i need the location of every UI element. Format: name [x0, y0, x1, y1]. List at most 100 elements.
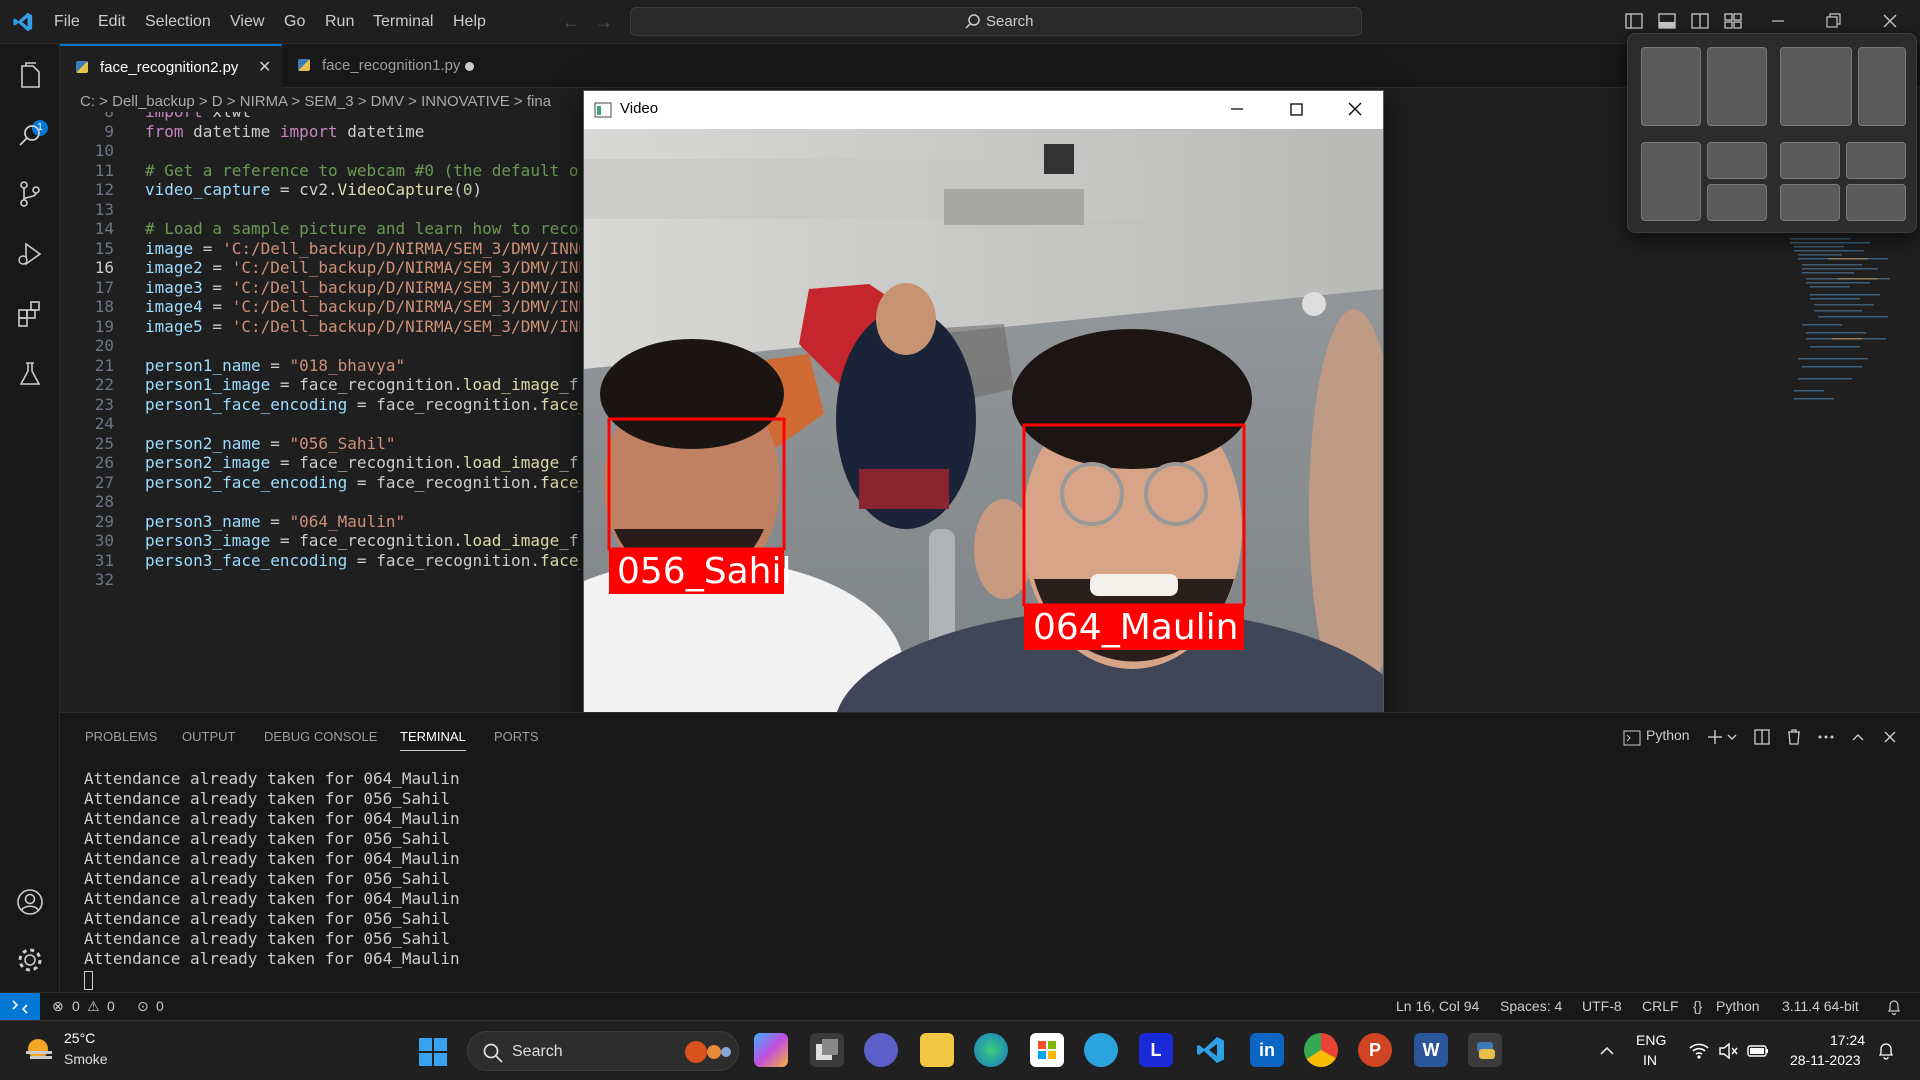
snap-zone[interactable] [1846, 142, 1906, 179]
settings-gear-icon[interactable] [14, 944, 46, 976]
word-icon[interactable]: W [1414, 1033, 1448, 1067]
battery-icon[interactable] [1746, 1041, 1770, 1061]
snap-zone[interactable] [1780, 184, 1840, 221]
terminal-shell-name[interactable]: Python [1646, 727, 1690, 743]
breadcrumb-item[interactable]: SEM_3 [304, 93, 353, 110]
file-explorer-icon[interactable] [920, 1033, 954, 1067]
new-terminal-icon[interactable] [1705, 727, 1725, 747]
python-interpreter[interactable]: 3.11.4 64-bit [1782, 998, 1859, 1014]
command-search-box[interactable]: Search [630, 7, 1362, 36]
breadcrumb-item[interactable]: NIRMA [240, 93, 288, 110]
volume-muted-icon[interactable] [1717, 1041, 1739, 1061]
menu-terminal[interactable]: Terminal [373, 13, 433, 33]
snap-zone[interactable] [1780, 47, 1852, 126]
minimap[interactable] [1788, 238, 1898, 438]
close-icon[interactable] [1880, 11, 1900, 31]
snap-zone[interactable] [1780, 142, 1840, 179]
accounts-icon[interactable] [14, 886, 46, 918]
tab-output[interactable]: OUTPUT [182, 729, 235, 744]
python-app-icon[interactable] [1468, 1033, 1502, 1067]
toggle-secondary-sidebar-icon[interactable] [1690, 11, 1710, 31]
show-hidden-icons-chevron-icon[interactable] [1597, 1041, 1617, 1061]
run-debug-icon[interactable] [14, 238, 46, 270]
restore-icon[interactable] [1823, 11, 1843, 31]
menu-file[interactable]: File [54, 13, 80, 33]
maximize-panel-icon[interactable] [1848, 727, 1868, 747]
weather-sun-icon[interactable] [22, 1035, 56, 1065]
window-close-icon[interactable] [1345, 99, 1365, 119]
clock-time[interactable]: 17:24 [1830, 1032, 1865, 1048]
task-view-icon[interactable] [810, 1033, 844, 1067]
tab-ports[interactable]: PORTS [494, 729, 539, 744]
video-window[interactable]: Video 056_Sahil 064_Maulin [583, 90, 1384, 728]
toggle-panel-icon[interactable] [1657, 11, 1677, 31]
source-control-icon[interactable] [14, 178, 46, 210]
input-language[interactable]: ENG [1636, 1032, 1666, 1048]
clock-date[interactable]: 28-11-2023 [1790, 1052, 1861, 1068]
menu-help[interactable]: Help [453, 13, 486, 33]
ports-icon[interactable]: ⊙ [137, 998, 149, 1015]
close-tab-icon[interactable]: ✕ [258, 46, 271, 90]
snap-zone[interactable] [1846, 184, 1906, 221]
powerpoint-icon[interactable]: P [1358, 1033, 1392, 1067]
vscode-logo-icon[interactable] [12, 11, 34, 33]
breadcrumb-item[interactable]: D [212, 93, 223, 110]
notification-center-bell-icon[interactable] [1876, 1041, 1896, 1061]
breadcrumb-item[interactable]: INNOVATIVE [421, 93, 510, 110]
error-count[interactable]: 0 [72, 998, 80, 1014]
indentation[interactable]: Spaces: 4 [1500, 998, 1562, 1014]
warning-icon[interactable]: ⚠ [87, 998, 100, 1015]
breadcrumb-item[interactable]: Dell_backup [112, 93, 195, 110]
snap-zone[interactable] [1641, 47, 1701, 126]
input-region[interactable]: IN [1643, 1052, 1657, 1068]
tab-face-recognition1[interactable]: face_recognition1.py [282, 44, 490, 88]
edge-browser-icon[interactable] [974, 1033, 1008, 1067]
snap-zone[interactable] [1707, 184, 1767, 221]
weather-description[interactable]: Smoke [64, 1051, 108, 1067]
more-actions-icon[interactable] [1816, 727, 1836, 747]
microsoft-store-icon[interactable] [1030, 1033, 1064, 1067]
toggle-sidebar-icon[interactable] [1624, 11, 1644, 31]
customize-layout-icon[interactable] [1723, 11, 1743, 31]
explorer-icon[interactable] [14, 60, 46, 92]
wifi-icon[interactable] [1688, 1041, 1710, 1061]
cursor-position[interactable]: Ln 16, Col 94 [1396, 998, 1479, 1014]
breadcrumb-item[interactable]: DMV [371, 93, 404, 110]
vscode-taskbar-icon[interactable] [1194, 1033, 1228, 1067]
windows-start-icon[interactable] [418, 1037, 448, 1067]
window-maximize-icon[interactable] [1286, 99, 1306, 119]
tab-debug-console[interactable]: DEBUG CONSOLE [264, 729, 377, 744]
l-app-icon[interactable]: L [1139, 1033, 1173, 1067]
chevron-down-icon[interactable] [1725, 727, 1739, 747]
taskbar-search[interactable]: Search [467, 1031, 739, 1071]
menu-run[interactable]: Run [325, 13, 354, 33]
unsaved-dot-icon[interactable] [465, 62, 474, 71]
teams-chat-icon[interactable] [864, 1033, 898, 1067]
warning-count[interactable]: 0 [107, 998, 115, 1014]
end-of-line[interactable]: CRLF [1642, 998, 1679, 1014]
menu-go[interactable]: Go [284, 13, 305, 33]
menu-edit[interactable]: Edit [98, 13, 126, 33]
tab-terminal[interactable]: TERMINAL [400, 729, 466, 751]
trash-icon[interactable] [1784, 727, 1804, 747]
terminal-output[interactable]: Attendance already taken for 064_Maulin A… [84, 769, 460, 969]
breadcrumb-item[interactable]: fina [527, 93, 551, 110]
close-panel-icon[interactable] [1880, 727, 1900, 747]
tab-problems[interactable]: PROBLEMS [85, 729, 157, 744]
testing-icon[interactable] [14, 358, 46, 390]
menu-view[interactable]: View [230, 13, 264, 33]
back-arrow-icon[interactable]: ← [562, 12, 580, 33]
copilot-icon[interactable] [754, 1033, 788, 1067]
forward-arrow-icon[interactable]: → [595, 12, 613, 33]
extensions-icon[interactable] [14, 298, 46, 330]
linkedin-icon[interactable]: in [1250, 1033, 1284, 1067]
snap-zone[interactable] [1858, 47, 1906, 126]
telegram-icon[interactable] [1084, 1033, 1118, 1067]
search-icon[interactable] [14, 120, 46, 152]
language-mode[interactable]: Python [1716, 998, 1760, 1014]
encoding[interactable]: UTF-8 [1582, 998, 1622, 1014]
snap-zone[interactable] [1641, 142, 1701, 221]
ports-count[interactable]: 0 [156, 998, 164, 1014]
menu-selection[interactable]: Selection [145, 13, 211, 33]
error-icon[interactable]: ⊗ [52, 998, 64, 1015]
